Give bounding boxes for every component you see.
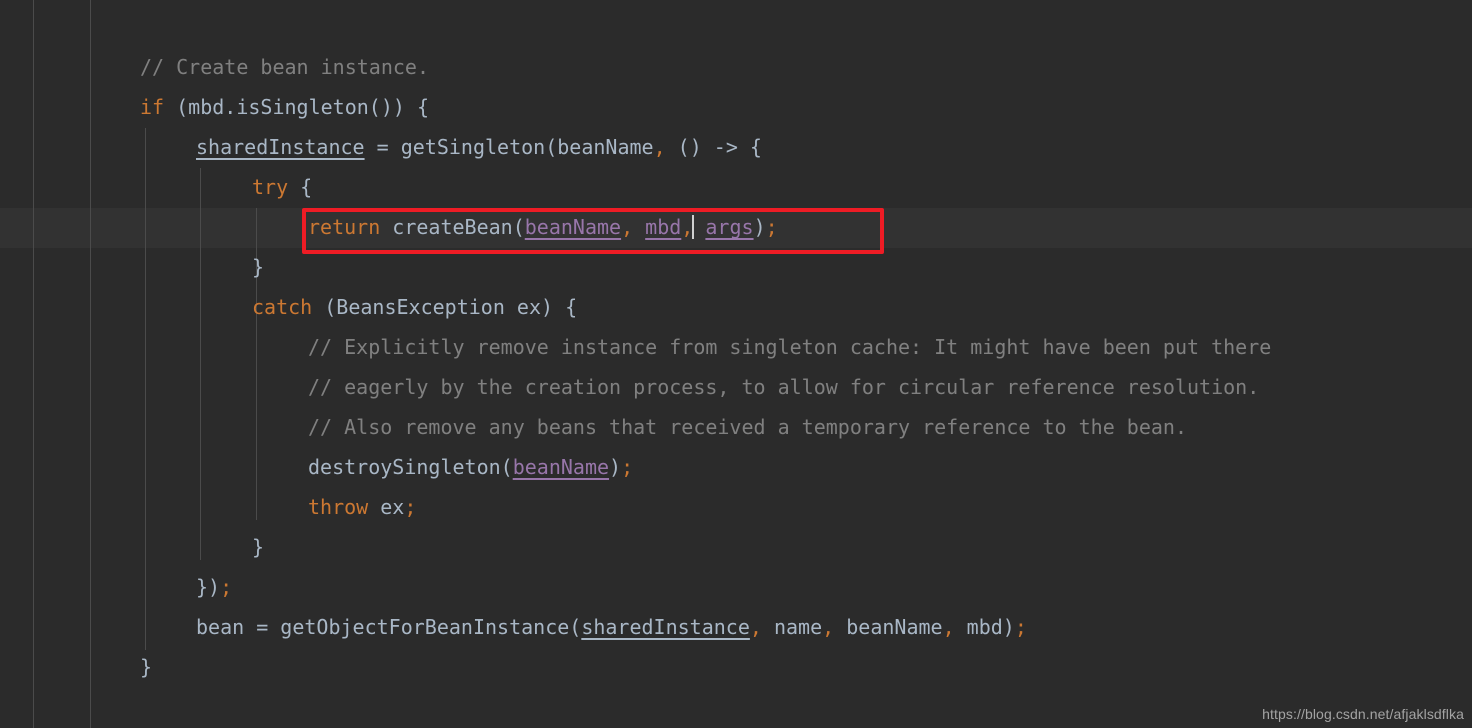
code-line[interactable]: try {: [0, 167, 1271, 207]
code-token: {: [288, 175, 313, 199]
code-line[interactable]: if (mbd.isSingleton()) {: [0, 87, 1271, 127]
code-token: // Also remove any beans that received a…: [308, 415, 1187, 439]
code-token: beanName: [524, 215, 622, 239]
code-token: createBean(: [380, 215, 525, 239]
code-line[interactable]: }: [0, 247, 1271, 287]
code-token: throw: [308, 495, 369, 519]
code-line[interactable]: });: [0, 567, 1271, 607]
code-token: }: [252, 255, 265, 279]
code-token: sharedInstance: [196, 135, 365, 159]
code-token: name: [761, 615, 823, 639]
code-token: ): [609, 455, 622, 479]
code-token: ,: [621, 215, 634, 239]
code-token: // Explicitly remove instance from singl…: [308, 335, 1272, 359]
code-token: // eagerly by the creation process, to a…: [308, 375, 1260, 399]
code-token: () -> {: [665, 135, 762, 159]
code-token: mbd: [645, 215, 682, 239]
code-token: }: [252, 535, 265, 559]
code-token: }: [140, 655, 153, 679]
code-token: if: [140, 95, 165, 119]
code-line[interactable]: // eagerly by the creation process, to a…: [0, 367, 1271, 407]
code-token: beanName: [512, 455, 610, 479]
code-line[interactable]: // Create bean instance.: [0, 47, 1271, 87]
csdn-watermark: https://blog.csdn.net/afjaklsdflka: [1262, 706, 1464, 722]
code-token: sharedInstance: [581, 615, 750, 639]
code-token: try: [252, 175, 289, 199]
code-token: ;: [765, 215, 778, 239]
code-token: ;: [404, 495, 417, 519]
code-token: // Create bean instance.: [140, 55, 429, 79]
code-token: destroySingleton(: [308, 455, 513, 479]
code-token: mbd): [954, 615, 1015, 639]
code-line[interactable]: return createBean(beanName, mbd, args);: [0, 207, 1271, 247]
code-token: ,: [749, 615, 762, 639]
code-token: = getSingleton(beanName: [364, 135, 654, 159]
code-text[interactable]: // Create bean instance. if (mbd.isSingle…: [0, 47, 1271, 687]
code-line[interactable]: catch (BeansException ex) {: [0, 287, 1271, 327]
code-token: beanName: [834, 615, 943, 639]
code-line[interactable]: }: [0, 527, 1271, 567]
code-token: }): [196, 575, 221, 599]
code-token: ,: [942, 615, 955, 639]
code-line[interactable]: throw ex;: [0, 487, 1271, 527]
code-token: ,: [653, 135, 666, 159]
code-token: ex: [368, 495, 405, 519]
code-token: catch: [252, 295, 313, 319]
code-line[interactable]: // Explicitly remove instance from singl…: [0, 327, 1271, 367]
code-line[interactable]: destroySingleton(beanName);: [0, 447, 1271, 487]
code-token: ;: [1014, 615, 1027, 639]
code-token: (BeansException ex) {: [312, 295, 578, 319]
code-token: args: [705, 215, 754, 239]
code-line[interactable]: // Also remove any beans that received a…: [0, 407, 1271, 447]
code-token: ;: [220, 575, 233, 599]
code-token: return: [308, 215, 381, 239]
code-token: (mbd.isSingleton()) {: [164, 95, 429, 119]
code-line[interactable]: bean = getObjectForBeanInstance(sharedIn…: [0, 607, 1271, 647]
code-token: ): [753, 215, 766, 239]
code-token: ;: [621, 455, 634, 479]
code-token: ,: [822, 615, 835, 639]
code-line[interactable]: sharedInstance = getSingleton(beanName, …: [0, 127, 1271, 167]
code-line[interactable]: }: [0, 647, 1271, 687]
code-token: bean = getObjectForBeanInstance(: [196, 615, 582, 639]
code-editor-pane[interactable]: // Create bean instance. if (mbd.isSingle…: [0, 0, 1472, 728]
